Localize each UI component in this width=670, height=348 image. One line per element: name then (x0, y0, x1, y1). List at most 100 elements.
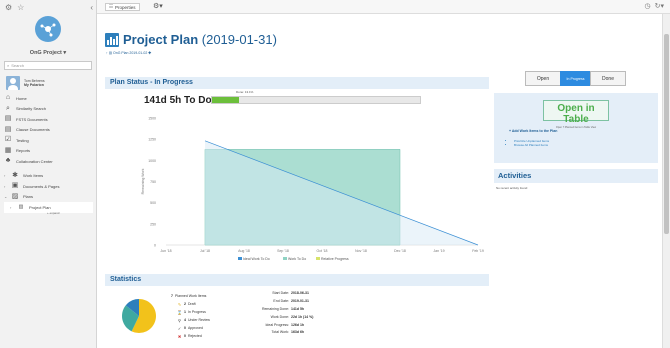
y-tick-label: 250 (150, 222, 156, 226)
legend-label: Ideal Work To Do (243, 257, 270, 261)
tab-done[interactable]: Done (590, 71, 626, 86)
plan-date: (2019-01-31) (201, 32, 277, 47)
collaboration-icon: ♣ (5, 157, 11, 165)
collapse-arrow-icon[interactable]: ⌄ (4, 194, 7, 199)
legend-swatch (283, 257, 287, 260)
sidebar-item-testing[interactable]: ☑ Testing (4, 135, 96, 146)
sidebar: ⚙ ☆ ‹ OnG Project ▾ ⌕ Search Tom Behrens… (0, 0, 97, 348)
progress-fill (212, 97, 240, 103)
sidebar-item-reports[interactable]: ▦ Reports (4, 146, 96, 157)
up-arrow-icon: ↑ (106, 51, 108, 55)
properties-icon: ☷ (109, 4, 114, 9)
work-items-icon: ✱ (12, 171, 18, 179)
check-icon: ✓ (177, 325, 182, 331)
tab-in-progress[interactable]: In Progress (560, 71, 591, 86)
documents-icon: ▤ (4, 125, 12, 133)
expand-arrow-icon[interactable]: › (4, 184, 7, 189)
browse-link[interactable]: Browse All Planned Items (514, 143, 549, 147)
total-work-row: Total Work: 163d 6h (271, 330, 305, 335)
checkbox-icon: ☑ (4, 136, 12, 144)
y-tick-label: 0 (154, 244, 156, 248)
user-profile[interactable]: Tom Behrens My Polarion (0, 70, 96, 93)
documents-icon: ▤ (4, 115, 12, 123)
sidebar-item-collaboration-center[interactable]: ♣ Collaboration Center (4, 156, 96, 167)
plan-actions-panel: Open in Table Open 7 Planned Items in Ta… (494, 93, 658, 163)
y-tick-label: 500 (150, 201, 156, 205)
x-tick-label: Jul '18 (200, 249, 210, 253)
x-icon: ✖ (177, 333, 182, 339)
page-title: Project Plan (2019-01-31) (105, 32, 277, 47)
sidebar-item-plans[interactable]: ⌄ ▨ Plans (4, 192, 96, 203)
stat-approved[interactable]: ✓ 0 Approved (171, 324, 210, 332)
status-pie-chart (122, 299, 156, 333)
open-in-table-button[interactable]: Open in Table Open 7 Planned Items in Ta… (543, 100, 609, 129)
todo-summary: 141d 5h To Do (144, 95, 212, 106)
sidebar-item-similarity-search[interactable]: ⌕ Similarity Search (4, 104, 96, 115)
star-icon[interactable]: ☆ (17, 3, 24, 12)
y-axis-label: Remaining Work (141, 168, 145, 194)
search-placeholder: Search (11, 63, 24, 68)
project-logo-icon[interactable] (35, 16, 61, 42)
x-tick-label: Feb '19 (472, 249, 484, 253)
add-work-items-link[interactable]: + Add Work Items to the Plan (509, 129, 557, 133)
sidebar-item-work-items[interactable]: › ✱ Work Items (4, 171, 96, 182)
statistics-header: Statistics (105, 274, 489, 286)
parent-plan-link[interactable]: ↑ ▥ OnG Plan 2019-01-02 ✚ (106, 51, 151, 55)
vertical-scrollbar[interactable] (662, 14, 670, 348)
legend-swatch (238, 257, 242, 260)
expand-arrow-icon: › (10, 204, 12, 210)
expand-link[interactable]: + expand (0, 211, 96, 215)
x-tick-label: Jan '19 (433, 249, 444, 253)
gear-icon[interactable]: ⚙▾ (153, 2, 163, 10)
stat-in-progress[interactable]: ⌛ 1 In Progress (171, 308, 210, 316)
project-selector[interactable]: OnG Project ▾ (0, 50, 96, 56)
search-icon: ⌕ (6, 104, 10, 112)
refresh-icon[interactable]: ↻▾ (655, 2, 664, 10)
history-icon[interactable]: ◷ (645, 2, 651, 10)
sidebar-search[interactable]: ⌕ Search (4, 61, 92, 70)
end-date-row: End Date: 2019-01-31 (273, 298, 309, 303)
collapse-icon[interactable]: ‹ (90, 3, 93, 12)
top-toolbar: ☷ Properties ⚙▾ ◷ ↻▾ (97, 0, 670, 14)
y-tick-label: 1000 (148, 159, 156, 163)
legend-label: Relative Progress (321, 257, 349, 261)
user-subtitle: My Polarion (24, 83, 44, 87)
plan-links: Prioritize Unplanned Items Browse All Pl… (514, 139, 549, 147)
plans-icon: ▨ (11, 192, 19, 200)
plan-status-header: Plan Status - In Progress (105, 77, 489, 89)
x-tick-label: Aug '18 (238, 249, 250, 253)
sidebar-item-fsts-documents[interactable]: ▤ FSTS Documents (4, 114, 96, 125)
legend-swatch (316, 257, 320, 260)
review-icon: ⚲ (178, 317, 181, 323)
scrollbar-thumb[interactable] (664, 34, 669, 234)
home-icon: ⌂ (5, 94, 11, 102)
pencil-icon: ✎ (177, 301, 182, 307)
expand-arrow-icon[interactable]: › (4, 173, 7, 178)
planned-count: 7 Planned Work Items (171, 294, 207, 298)
sidebar-nav: ⌂ Home ⌕ Similarity Search ▤ FSTS Documents… (0, 93, 96, 213)
settings-icon[interactable]: ⚙ (5, 3, 12, 12)
legend-label: Work To Do (288, 257, 306, 261)
y-tick-label: 750 (150, 180, 156, 184)
remaining-row: Remaining Done: 141d 5h (261, 306, 305, 311)
x-tick-label: Nov '18 (355, 249, 367, 253)
stat-draft[interactable]: ✎ 2 Draft (171, 300, 210, 308)
add-icon[interactable]: ✚ (148, 51, 151, 55)
pages-icon: ▣ (11, 182, 19, 190)
avatar (6, 76, 20, 90)
sidebar-item-clause-documents[interactable]: ▤ Clause Documents (4, 125, 96, 136)
ideal-progress-row: Ideal Progress: 126d 1h (265, 322, 305, 327)
stat-rejected[interactable]: ✖ 0 Rejected (171, 332, 210, 340)
plan-chart-icon (105, 32, 119, 47)
properties-button[interactable]: ☷ Properties (105, 3, 140, 11)
x-tick-label: Oct '18 (317, 249, 328, 253)
x-tick-label: Jun '18 (160, 249, 171, 253)
y-tick-label: 1250 (148, 138, 156, 142)
tab-open[interactable]: Open (525, 71, 561, 86)
stat-under-review[interactable]: ⚲ 4 Under Review (171, 316, 210, 324)
report-icon: ▦ (4, 146, 12, 154)
hourglass-icon: ⌛ (177, 309, 182, 315)
sidebar-item-documents-pages[interactable]: › ▣ Documents & Pages (4, 181, 96, 192)
x-tick-label: Dec '18 (394, 249, 406, 253)
sidebar-item-home[interactable]: ⌂ Home (4, 93, 96, 104)
